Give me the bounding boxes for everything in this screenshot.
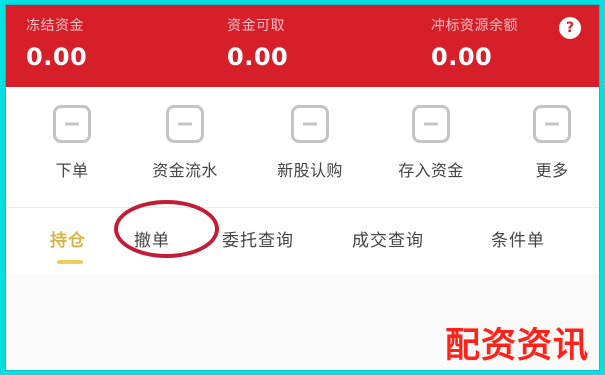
action-label: 新股认购 (277, 161, 343, 180)
new-icon (291, 105, 329, 143)
list-icon (166, 105, 204, 143)
action-label: 下单 (55, 161, 89, 180)
action-label: 资金流水 (152, 161, 218, 180)
tab-holdings[interactable]: 持仓 (50, 226, 86, 251)
action-fund-flow[interactable]: 资金流水 (139, 105, 231, 181)
action-more[interactable]: 更多 (506, 105, 598, 181)
stat-label-frozen: 冻结资金 (26, 18, 84, 34)
grid-icon (533, 105, 571, 143)
stat-value-balance: 0.00 (431, 43, 493, 71)
quick-actions: 下单 资金流水 新股认购 存入资金 更多 (6, 93, 599, 201)
download-icon (53, 105, 91, 143)
help-icon[interactable]: ? (559, 17, 581, 39)
active-tab-indicator (57, 260, 83, 264)
stat-value-withdrawable: 0.00 (227, 43, 289, 71)
action-label: 更多 (535, 161, 569, 180)
deposit-icon (412, 105, 450, 143)
action-ipo[interactable]: 新股认购 (264, 105, 356, 181)
help-icon-glyph: ? (565, 20, 575, 36)
tab-trade-query[interactable]: 成交查询 (352, 226, 424, 251)
stat-label-balance: 冲标资源余额 (431, 18, 518, 34)
stat-frozen: 冻结资金 0.00 (26, 15, 87, 71)
stat-withdrawable: 资金可取 0.00 (227, 15, 288, 71)
stat-label-withdrawable: 资金可取 (227, 18, 285, 34)
stat-balance: 冲标资源余额 0.00 (431, 15, 518, 71)
highlight-circle (114, 200, 219, 258)
action-download[interactable]: 下单 (26, 105, 118, 181)
tab-bar: 持仓 撤单 委托查询 成交查询 条件单 (6, 207, 599, 274)
app-frame: 冻结资金 0.00 资金可取 0.00 冲标资源余额 0.00 ? 下单 资金流… (5, 4, 600, 371)
tab-order-query[interactable]: 委托查询 (222, 226, 294, 251)
action-deposit[interactable]: 存入资金 (385, 105, 477, 181)
action-label: 存入资金 (398, 161, 464, 180)
tab-conditional-order[interactable]: 条件单 (491, 226, 545, 251)
watermark-text: 配资资讯 (444, 326, 589, 366)
account-header: 冻结资金 0.00 资金可取 0.00 冲标资源余额 0.00 ? (6, 5, 599, 87)
stat-value-frozen: 0.00 (26, 43, 88, 71)
